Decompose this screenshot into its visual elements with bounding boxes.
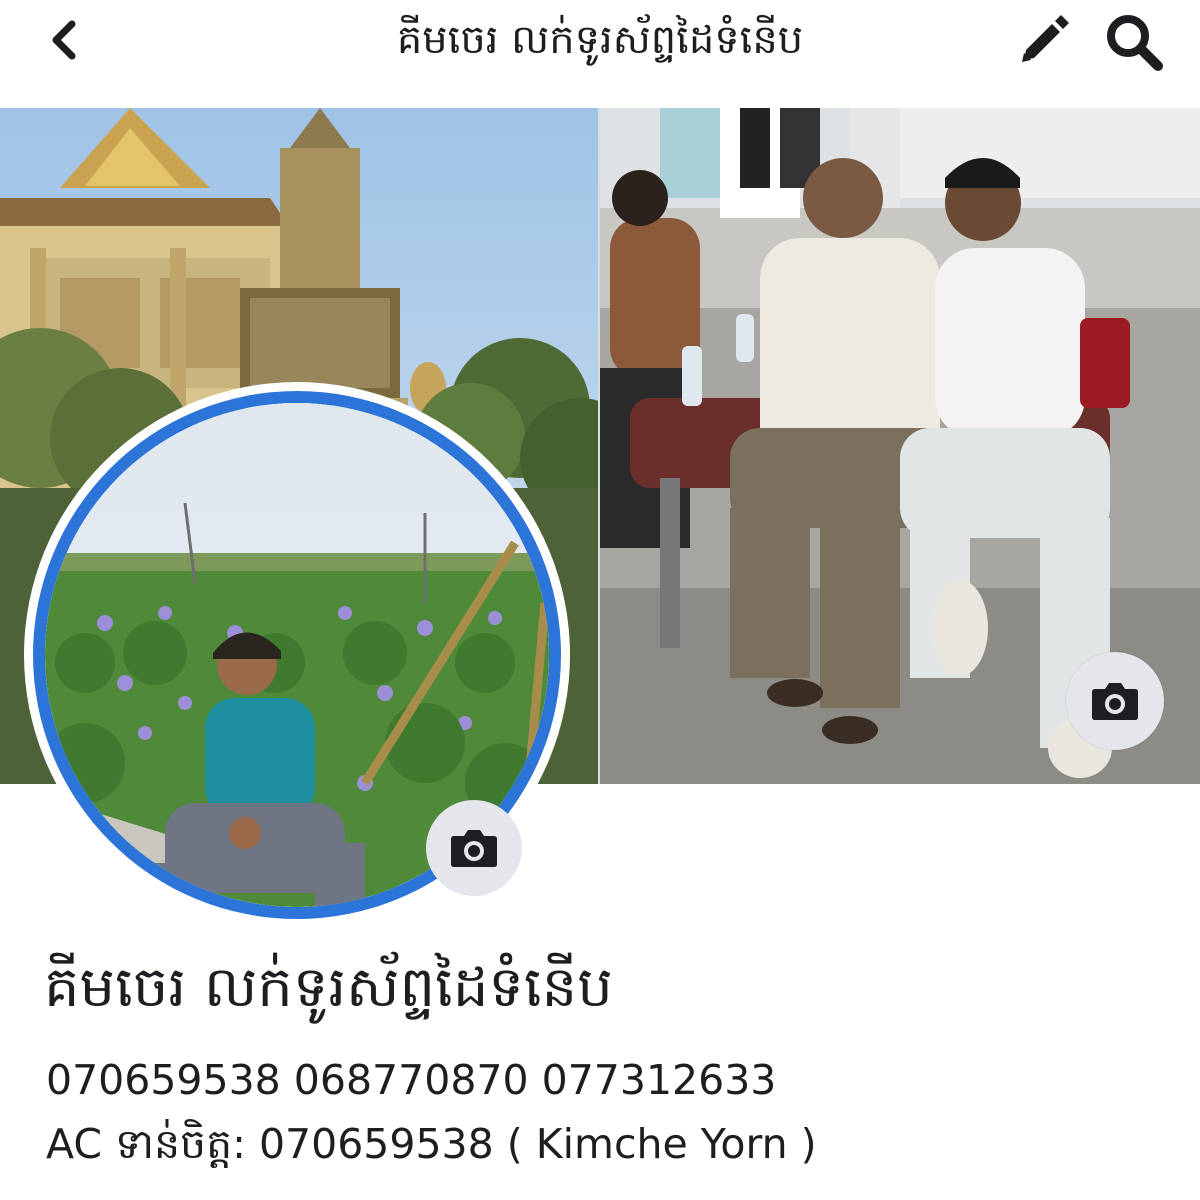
chevron-left-icon — [52, 20, 76, 60]
pencil-icon — [1022, 15, 1069, 62]
cover-camera-button[interactable] — [1066, 652, 1164, 750]
search-button[interactable] — [1098, 6, 1170, 74]
edit-button[interactable] — [1012, 8, 1076, 72]
search-icon — [1107, 15, 1163, 71]
camera-icon — [451, 830, 497, 867]
avatar-camera-button[interactable] — [426, 800, 522, 896]
top-navigation-bar: គីមចេរ លក់ទូរស័ព្ទដៃទំនើប — [0, 0, 1200, 108]
back-button[interactable] — [38, 10, 94, 70]
page-title: គីមចេរ លក់ទូរស័ព្ទដៃទំនើប — [396, 17, 804, 63]
bio-account-info: AC ទាន់ចិត្ត: 070659538 ( Kimche Yorn ) — [46, 1120, 817, 1168]
camera-icon — [1092, 683, 1138, 720]
bio-phone-numbers: 070659538 068770870 077312633 — [46, 1056, 777, 1104]
profile-name: គីមចេរ លក់ទូរស័ព្ទដៃទំនើប — [44, 955, 613, 1020]
